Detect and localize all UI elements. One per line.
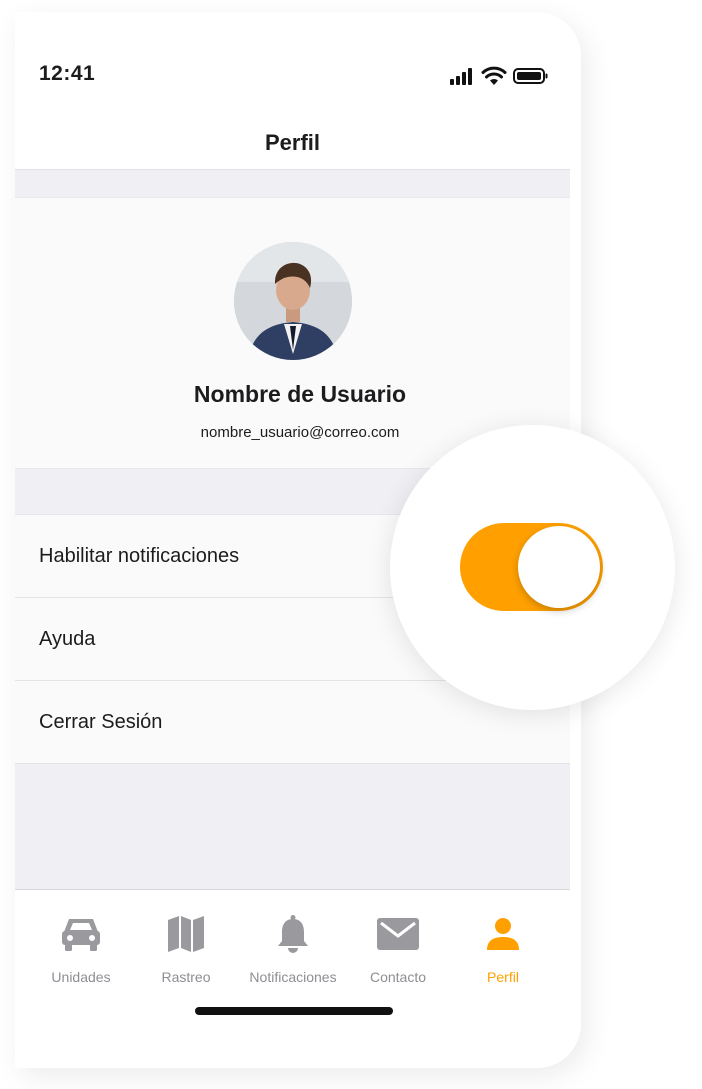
settings-item-label: Habilitar notificaciones bbox=[39, 544, 240, 567]
home-indicator[interactable] bbox=[195, 1007, 393, 1015]
notifications-toggle[interactable] bbox=[460, 523, 603, 611]
settings-item-label: Cerrar Sesión bbox=[39, 710, 163, 733]
toggle-zoom-callout bbox=[390, 425, 675, 710]
car-icon bbox=[26, 914, 136, 954]
profile-card: Nombre de Usuario nombre_usuario@correo.… bbox=[15, 197, 570, 469]
avatar[interactable] bbox=[234, 242, 352, 360]
tab-label: Unidades bbox=[51, 969, 111, 985]
status-time: 12:41 bbox=[39, 62, 96, 85]
status-icons bbox=[449, 66, 549, 86]
tab-perfil[interactable]: Perfil bbox=[448, 890, 558, 990]
status-bar: 12:41 bbox=[15, 12, 581, 112]
wifi-icon bbox=[481, 66, 507, 85]
profile-name: Nombre de Usuario bbox=[193, 381, 407, 407]
tab-notificaciones[interactable]: Notificaciones bbox=[238, 890, 348, 990]
settings-item-label: Ayuda bbox=[39, 627, 96, 650]
tab-label: Perfil bbox=[487, 969, 519, 985]
avatar-photo bbox=[234, 242, 352, 360]
signal-icon bbox=[450, 68, 472, 85]
tab-bar: Unidades Rastreo Notificaciones Contacto… bbox=[15, 889, 570, 1068]
mail-icon bbox=[343, 914, 453, 954]
bell-icon bbox=[238, 914, 348, 954]
navigation-bar: Perfil bbox=[15, 112, 570, 170]
tab-label: Notificaciones bbox=[249, 969, 337, 985]
page-title: Perfil bbox=[264, 130, 321, 155]
tab-label: Contacto bbox=[369, 969, 427, 985]
battery-icon bbox=[513, 68, 548, 84]
map-icon bbox=[131, 914, 241, 954]
tab-rastreo[interactable]: Rastreo bbox=[131, 890, 241, 990]
tab-contacto[interactable]: Contacto bbox=[343, 890, 453, 990]
tab-label: Rastreo bbox=[161, 969, 211, 985]
tab-unidades[interactable]: Unidades bbox=[26, 890, 136, 990]
toggle-knob[interactable] bbox=[518, 526, 600, 608]
person-icon bbox=[448, 914, 558, 954]
